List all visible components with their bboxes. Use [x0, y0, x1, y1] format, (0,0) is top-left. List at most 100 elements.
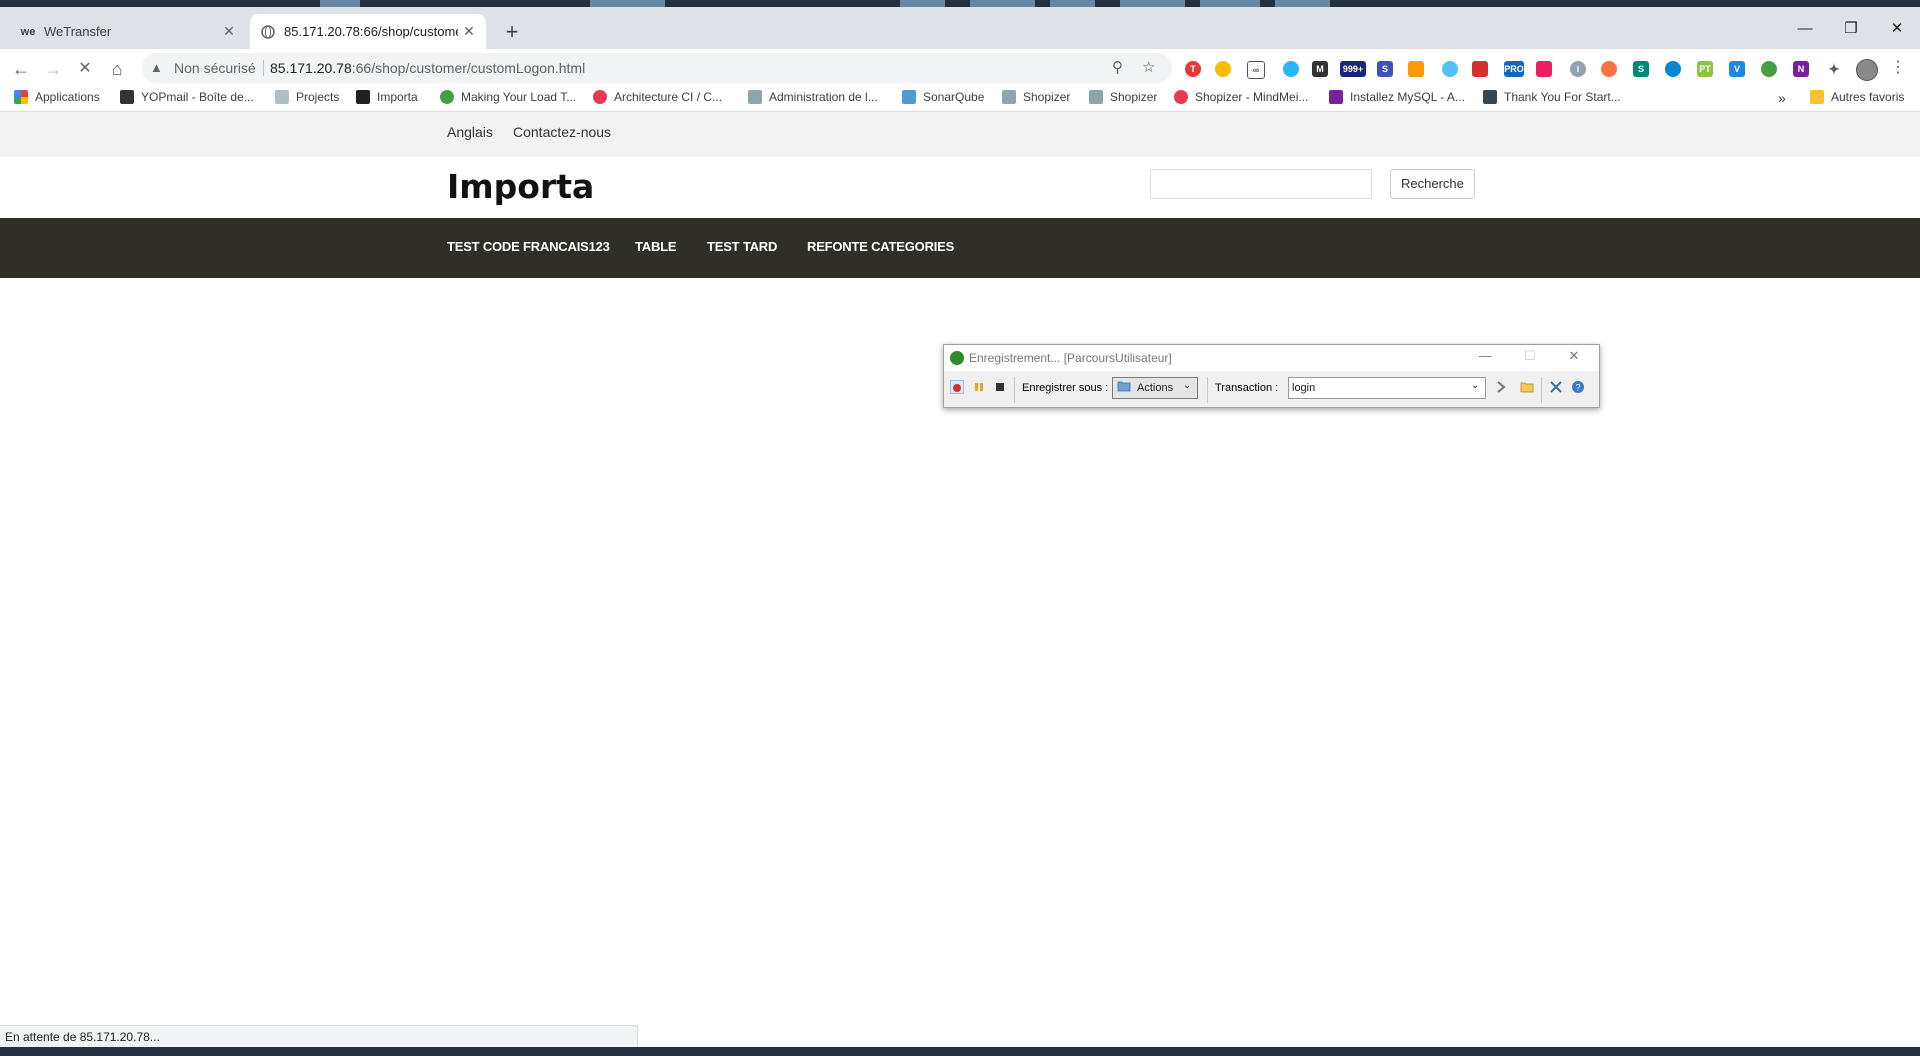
extension-circle-icon[interactable]: [1665, 61, 1681, 77]
category-menu: TEST CODE FRANCAIS123 TABLE TEST TARD RE…: [0, 218, 1920, 278]
recorder-minimize-button[interactable]: —: [1475, 348, 1495, 363]
extension-atom-icon[interactable]: [1442, 61, 1458, 77]
contact-link[interactable]: Contactez-nous: [513, 124, 611, 140]
profile-avatar[interactable]: [1856, 59, 1878, 81]
admin-icon: [748, 90, 762, 104]
tab-title: WeTransfer: [44, 24, 112, 39]
bookmark-shopizer-2[interactable]: Shopizer: [1089, 90, 1157, 104]
loading-status-bar: En attente de 85.171.20.78...: [0, 1025, 638, 1047]
open-folder-icon[interactable]: [1520, 380, 1534, 394]
search-input[interactable]: [1150, 169, 1372, 199]
language-link[interactable]: Anglais: [447, 124, 493, 140]
save-as-dropdown[interactable]: Actions ⌄: [1112, 377, 1198, 399]
sonarqube-icon: [902, 90, 916, 104]
menu-item-refonte-categories[interactable]: REFONTE CATEGORIES: [807, 239, 954, 254]
bookmark-star-icon[interactable]: ☆: [1142, 58, 1155, 76]
recorder-titlebar[interactable]: Enregistrement... [ParcoursUtilisateur] …: [944, 345, 1599, 371]
menu-item-test-tard[interactable]: TEST TARD: [707, 239, 777, 254]
tab-wetransfer[interactable]: we WeTransfer ✕: [10, 14, 246, 49]
search-button[interactable]: Recherche: [1390, 169, 1475, 199]
extension-react-icon[interactable]: [1283, 61, 1299, 77]
next-arrow-icon[interactable]: [1494, 380, 1508, 394]
bookmarks-overflow-button[interactable]: »: [1778, 90, 1786, 106]
bookmark-mindmeister[interactable]: Shopizer - MindMei...: [1174, 90, 1308, 104]
recorder-window: Enregistrement... [ParcoursUtilisateur] …: [943, 344, 1600, 408]
toolbar-separator: [1207, 377, 1208, 403]
extension-pro-icon[interactable]: PRO: [1504, 61, 1524, 77]
help-icon[interactable]: ?: [1571, 380, 1585, 394]
recorder-title: Enregistrement... [ParcoursUtilisateur]: [969, 351, 1172, 365]
bookmark-yopmail[interactable]: YOPmail - Boîte de...: [120, 90, 254, 104]
bookmark-projects[interactable]: Projects: [275, 90, 339, 104]
address-url[interactable]: 85.171.20.78:66/shop/customer/customLogo…: [270, 60, 585, 76]
folder-icon: [1810, 90, 1824, 104]
folder-icon: [1117, 380, 1131, 392]
save-as-label: Enregistrer sous :: [1022, 382, 1109, 394]
extension-pt-icon[interactable]: PT: [1697, 61, 1713, 77]
mindmeister-icon: [1174, 90, 1188, 104]
extension-m-icon[interactable]: M: [1312, 61, 1328, 77]
extension-grid-icon[interactable]: [1536, 61, 1552, 77]
site-logo[interactable]: Importa: [447, 167, 594, 206]
extension-s-icon[interactable]: S: [1633, 61, 1649, 77]
recorder-maximize-button[interactable]: ☐: [1520, 348, 1540, 364]
extension-999-icon[interactable]: 999+: [1340, 61, 1366, 77]
recorder-app-icon: [950, 351, 964, 365]
bookmark-sonarqube[interactable]: SonarQube: [902, 90, 984, 104]
shopizer-icon: [1002, 90, 1016, 104]
extension-red-icon[interactable]: T: [1185, 61, 1201, 77]
close-tab-icon[interactable]: ✕: [458, 23, 480, 40]
security-label[interactable]: Non sécurisé: [174, 60, 256, 76]
tab-shop[interactable]: 85.171.20.78:66/shop/customer/c ✕: [250, 14, 486, 49]
zoom-search-icon[interactable]: ⚲: [1112, 58, 1123, 76]
toolbar-separator: [1541, 377, 1542, 403]
forward-arrow-icon[interactable]: →: [39, 55, 67, 83]
back-arrow-icon[interactable]: ←: [7, 55, 35, 83]
bookmark-architecture[interactable]: Architecture CI / C...: [593, 90, 722, 104]
stop-loading-icon[interactable]: ✕: [71, 55, 99, 83]
minimize-window-button[interactable]: —: [1782, 14, 1828, 44]
chevron-down-icon: ⌄: [1471, 380, 1480, 391]
home-icon[interactable]: ⌂: [103, 55, 131, 83]
bookmark-applications[interactable]: Applications: [14, 90, 100, 104]
restore-window-button[interactable]: ❐: [1828, 14, 1874, 44]
bookmark-load[interactable]: Making Your Load T...: [440, 90, 576, 104]
stop-icon[interactable]: [993, 380, 1007, 394]
bookmark-mysql[interactable]: Installez MySQL - A...: [1329, 90, 1465, 104]
recorder-close-button[interactable]: ✕: [1564, 348, 1584, 364]
extension-cookie-icon[interactable]: [1601, 61, 1617, 77]
extension-pdf-icon[interactable]: [1472, 61, 1488, 77]
close-tab-icon[interactable]: ✕: [218, 23, 240, 40]
extension-chart-icon[interactable]: [1408, 61, 1424, 77]
pause-icon[interactable]: [972, 380, 986, 394]
site-topbar: Anglais Contactez-nous: [0, 112, 1920, 157]
extension-onenote-icon[interactable]: N: [1793, 61, 1809, 77]
bookmark-shopizer-1[interactable]: Shopizer: [1002, 90, 1070, 104]
target-icon[interactable]: [1549, 380, 1563, 394]
menu-item-table[interactable]: TABLE: [635, 239, 677, 254]
taskbar-bottom-strip: [0, 1047, 1920, 1056]
thankyou-icon: [1483, 90, 1497, 104]
extension-info-icon[interactable]: i: [1570, 61, 1586, 77]
warning-icon[interactable]: ▲: [150, 60, 163, 75]
apps-grid-icon: [14, 90, 28, 104]
menu-kebab-icon[interactable]: ⋮: [1890, 57, 1906, 77]
bookmark-importa[interactable]: Importa: [356, 90, 418, 104]
address-bar[interactable]: ▲ Non sécurisé 85.171.20.78:66/shop/cust…: [142, 53, 1172, 83]
recorder-toolbar: Enregistrer sous : Actions ⌄ Transaction…: [944, 371, 1599, 407]
transaction-combobox[interactable]: login ⌄: [1288, 377, 1486, 399]
extension-sof-icon[interactable]: S: [1377, 61, 1393, 77]
extension-link-icon[interactable]: ∞: [1247, 61, 1265, 79]
bookmark-thankyou[interactable]: Thank You For Start...: [1483, 90, 1621, 104]
extensions-puzzle-icon[interactable]: ✦: [1826, 61, 1842, 77]
extension-clock-icon[interactable]: [1215, 61, 1231, 77]
bookmark-administration[interactable]: Administration de l...: [748, 90, 878, 104]
mysql-icon: [1329, 90, 1343, 104]
close-window-button[interactable]: ✕: [1874, 14, 1920, 44]
record-button[interactable]: [950, 380, 964, 394]
new-tab-button[interactable]: +: [498, 19, 526, 47]
extension-evernote-icon[interactable]: [1761, 61, 1777, 77]
extension-v-icon[interactable]: V: [1729, 61, 1745, 77]
menu-item-test-code-francais[interactable]: TEST CODE FRANCAIS123: [447, 239, 610, 254]
bookmark-other-favorites[interactable]: Autres favoris: [1810, 90, 1904, 104]
